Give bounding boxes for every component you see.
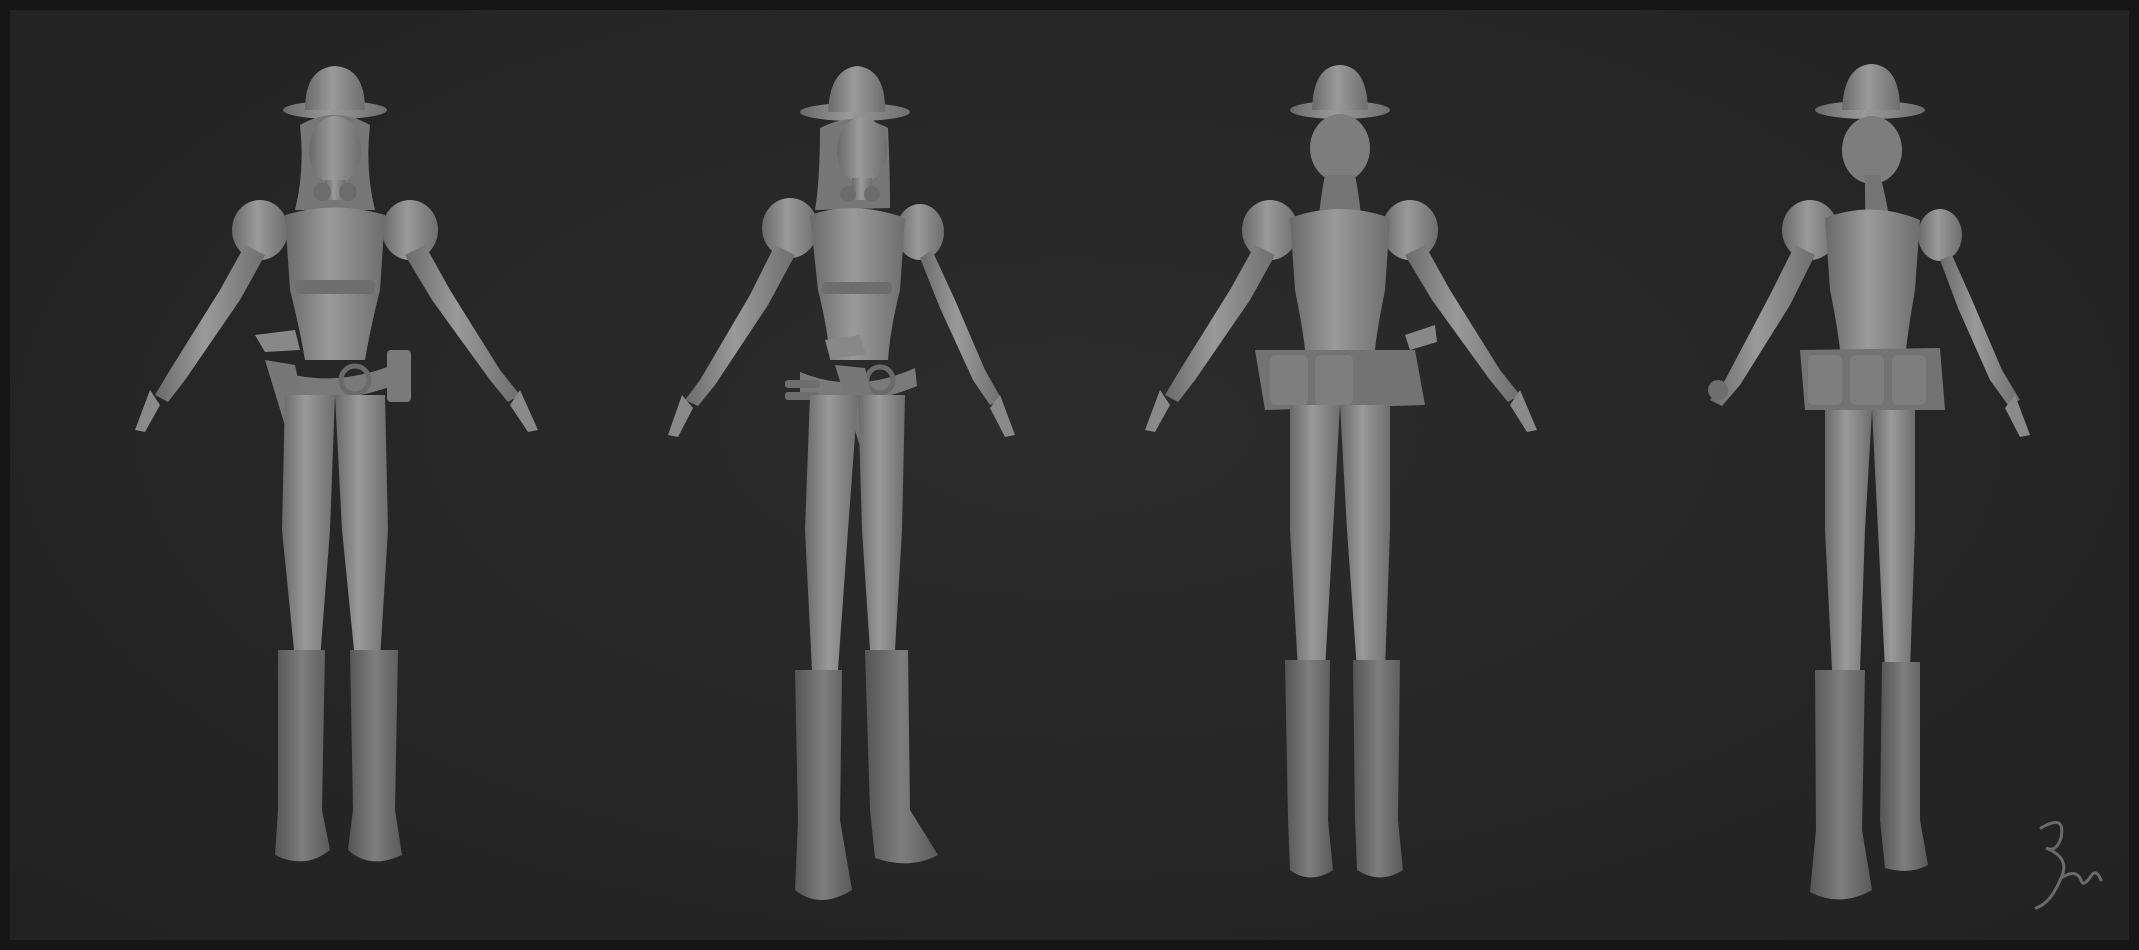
left-boot — [795, 670, 852, 900]
left-boot — [1810, 670, 1872, 900]
right-boot — [1353, 660, 1403, 878]
character-three-quarter-back-view — [1610, 50, 2110, 910]
left-puff-sleeve — [762, 198, 818, 258]
left-arm — [685, 245, 795, 406]
right-puff-sleeve — [1382, 200, 1438, 260]
left-boot — [275, 650, 330, 862]
right-puff-sleeve — [1918, 209, 1962, 261]
left-leg — [1825, 410, 1872, 670]
bowler-hat-crown — [305, 66, 365, 110]
bowler-hat-crown — [1312, 65, 1368, 110]
bowler-hat-crown — [1842, 64, 1900, 110]
left-arm — [1165, 245, 1275, 402]
left-puff-sleeve — [1242, 200, 1298, 260]
head-back — [1842, 116, 1902, 184]
character-back-view — [1085, 50, 1585, 910]
right-boot — [865, 650, 938, 864]
head — [837, 117, 887, 183]
right-arm — [1405, 245, 1520, 402]
right-leg — [1340, 405, 1390, 670]
head — [309, 116, 361, 184]
left-leg — [1290, 405, 1340, 670]
left-arm — [1710, 245, 1815, 406]
character-three-quarter-front-view — [590, 50, 1090, 910]
left-leg — [805, 395, 858, 670]
right-arm — [920, 250, 1002, 405]
back-corset — [1825, 209, 1920, 350]
head-back — [1310, 114, 1370, 182]
right-puff-sleeve — [382, 200, 438, 260]
left-puff-sleeve — [232, 200, 288, 260]
right-leg — [1872, 410, 1915, 670]
pistol — [1405, 325, 1437, 350]
left-arm — [155, 245, 265, 402]
artist-signature — [2021, 808, 2111, 918]
right-boot — [1880, 662, 1928, 871]
right-arm — [405, 245, 520, 402]
render-canvas — [10, 10, 2129, 940]
pistol — [255, 330, 300, 352]
right-leg — [858, 395, 905, 650]
back-corset — [1290, 209, 1390, 350]
right-boot — [348, 650, 402, 862]
right-arm — [1940, 255, 2020, 405]
left-leg — [282, 395, 335, 660]
right-leg — [335, 395, 388, 660]
left-boot — [1285, 660, 1333, 878]
character-front-view — [50, 50, 550, 910]
bowler-hat-crown — [828, 66, 886, 112]
